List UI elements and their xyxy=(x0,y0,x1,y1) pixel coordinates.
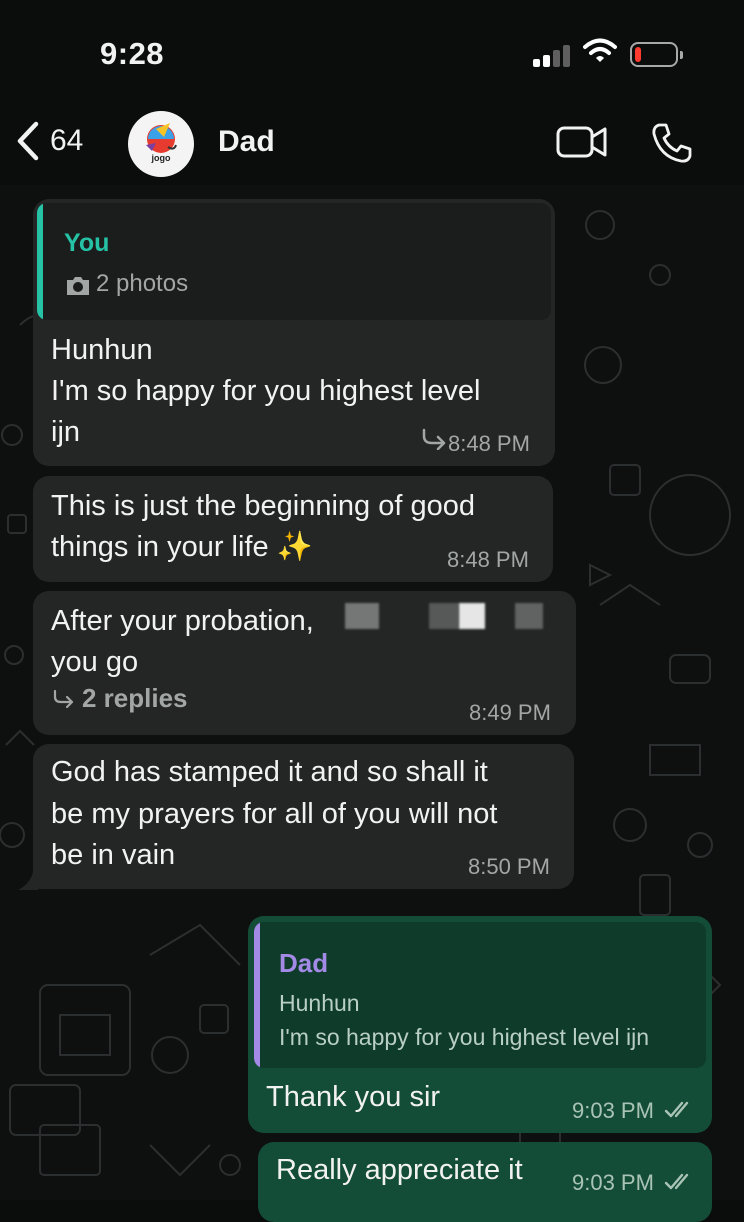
reply-arrow-icon xyxy=(53,689,74,708)
redacted-block xyxy=(459,603,485,629)
back-button[interactable]: 64 xyxy=(14,120,83,162)
message-time: 8:48 PM xyxy=(447,547,529,572)
message-line: ijn xyxy=(51,416,81,448)
message-bubble-incoming[interactable]: God has stamped it and so shall it be my… xyxy=(33,744,574,889)
message-line: be in vain xyxy=(51,839,176,871)
message-line: God has stamped it and so shall it xyxy=(51,756,488,788)
message-time: 8:48 PM xyxy=(448,431,530,456)
bubble-tail xyxy=(18,872,38,890)
forwarded-icon xyxy=(422,428,446,450)
battery-icon xyxy=(630,42,683,67)
message-bubble-incoming[interactable]: After your probation, you go 2 replies 8… xyxy=(33,591,576,735)
chevron-left-icon xyxy=(17,121,39,161)
message-line: things in your life ✨ xyxy=(51,531,313,563)
message-bubble-incoming[interactable]: This is just the beginning of good thing… xyxy=(33,476,553,582)
read-receipt-icon xyxy=(664,1173,689,1190)
contact-name[interactable]: Dad xyxy=(218,125,275,159)
redacted-block xyxy=(429,603,459,629)
message-bubble-outgoing[interactable]: Dad Hunhun I'm so happy for you highest … xyxy=(248,916,712,1133)
quoted-message[interactable]: Dad Hunhun I'm so happy for you highest … xyxy=(254,922,706,1068)
replies-count: 2 replies xyxy=(82,683,188,713)
message-bubble-incoming[interactable]: You 2 photos Hunhun I'm so happy for you… xyxy=(33,199,555,466)
message-line: Hunhun xyxy=(51,334,153,366)
phone-icon[interactable] xyxy=(650,121,694,165)
message-line: Really appreciate it xyxy=(276,1154,523,1186)
quote-author: Dad xyxy=(279,948,329,978)
camera-icon xyxy=(67,277,89,295)
status-time: 9:28 xyxy=(100,36,165,71)
message-time: 8:49 PM xyxy=(469,700,551,725)
unread-count: 64 xyxy=(50,124,84,157)
message-time: 8:50 PM xyxy=(468,854,550,879)
message-line: I'm so happy for you highest level xyxy=(51,375,481,407)
message-line: be my prayers for all of you will not xyxy=(51,798,498,830)
quote-media-label: 2 photos xyxy=(96,270,189,297)
read-receipt-icon xyxy=(664,1101,689,1118)
replies-link[interactable]: 2 replies xyxy=(52,683,188,714)
signal-icon xyxy=(533,43,571,67)
quoted-message[interactable]: You 2 photos xyxy=(37,203,551,320)
message-time: 9:03 PM xyxy=(572,1098,654,1123)
wifi-icon xyxy=(583,38,617,62)
video-call-icon[interactable] xyxy=(556,122,608,162)
message-line: After your probation, xyxy=(51,605,314,637)
quote-line: I'm so happy for you highest level ijn xyxy=(279,1024,650,1050)
message-time: 9:03 PM xyxy=(572,1170,654,1195)
contact-avatar-logo: jogo xyxy=(146,123,177,163)
avatar[interactable]: jogo xyxy=(128,111,194,177)
chat-header: 64 jogo Dad xyxy=(0,100,744,185)
message-line: you go xyxy=(51,646,139,678)
redacted-block xyxy=(345,603,379,629)
status-bar: 9:28 xyxy=(0,0,744,100)
message-line: Thank you sir xyxy=(266,1081,441,1113)
quote-line: Hunhun xyxy=(279,990,360,1016)
svg-text:jogo: jogo xyxy=(151,153,171,163)
quote-author: You xyxy=(64,229,110,257)
message-bubble-outgoing[interactable]: Really appreciate it 9:03 PM xyxy=(258,1142,712,1222)
redacted-block xyxy=(515,603,543,629)
message-line: This is just the beginning of good xyxy=(51,490,475,522)
